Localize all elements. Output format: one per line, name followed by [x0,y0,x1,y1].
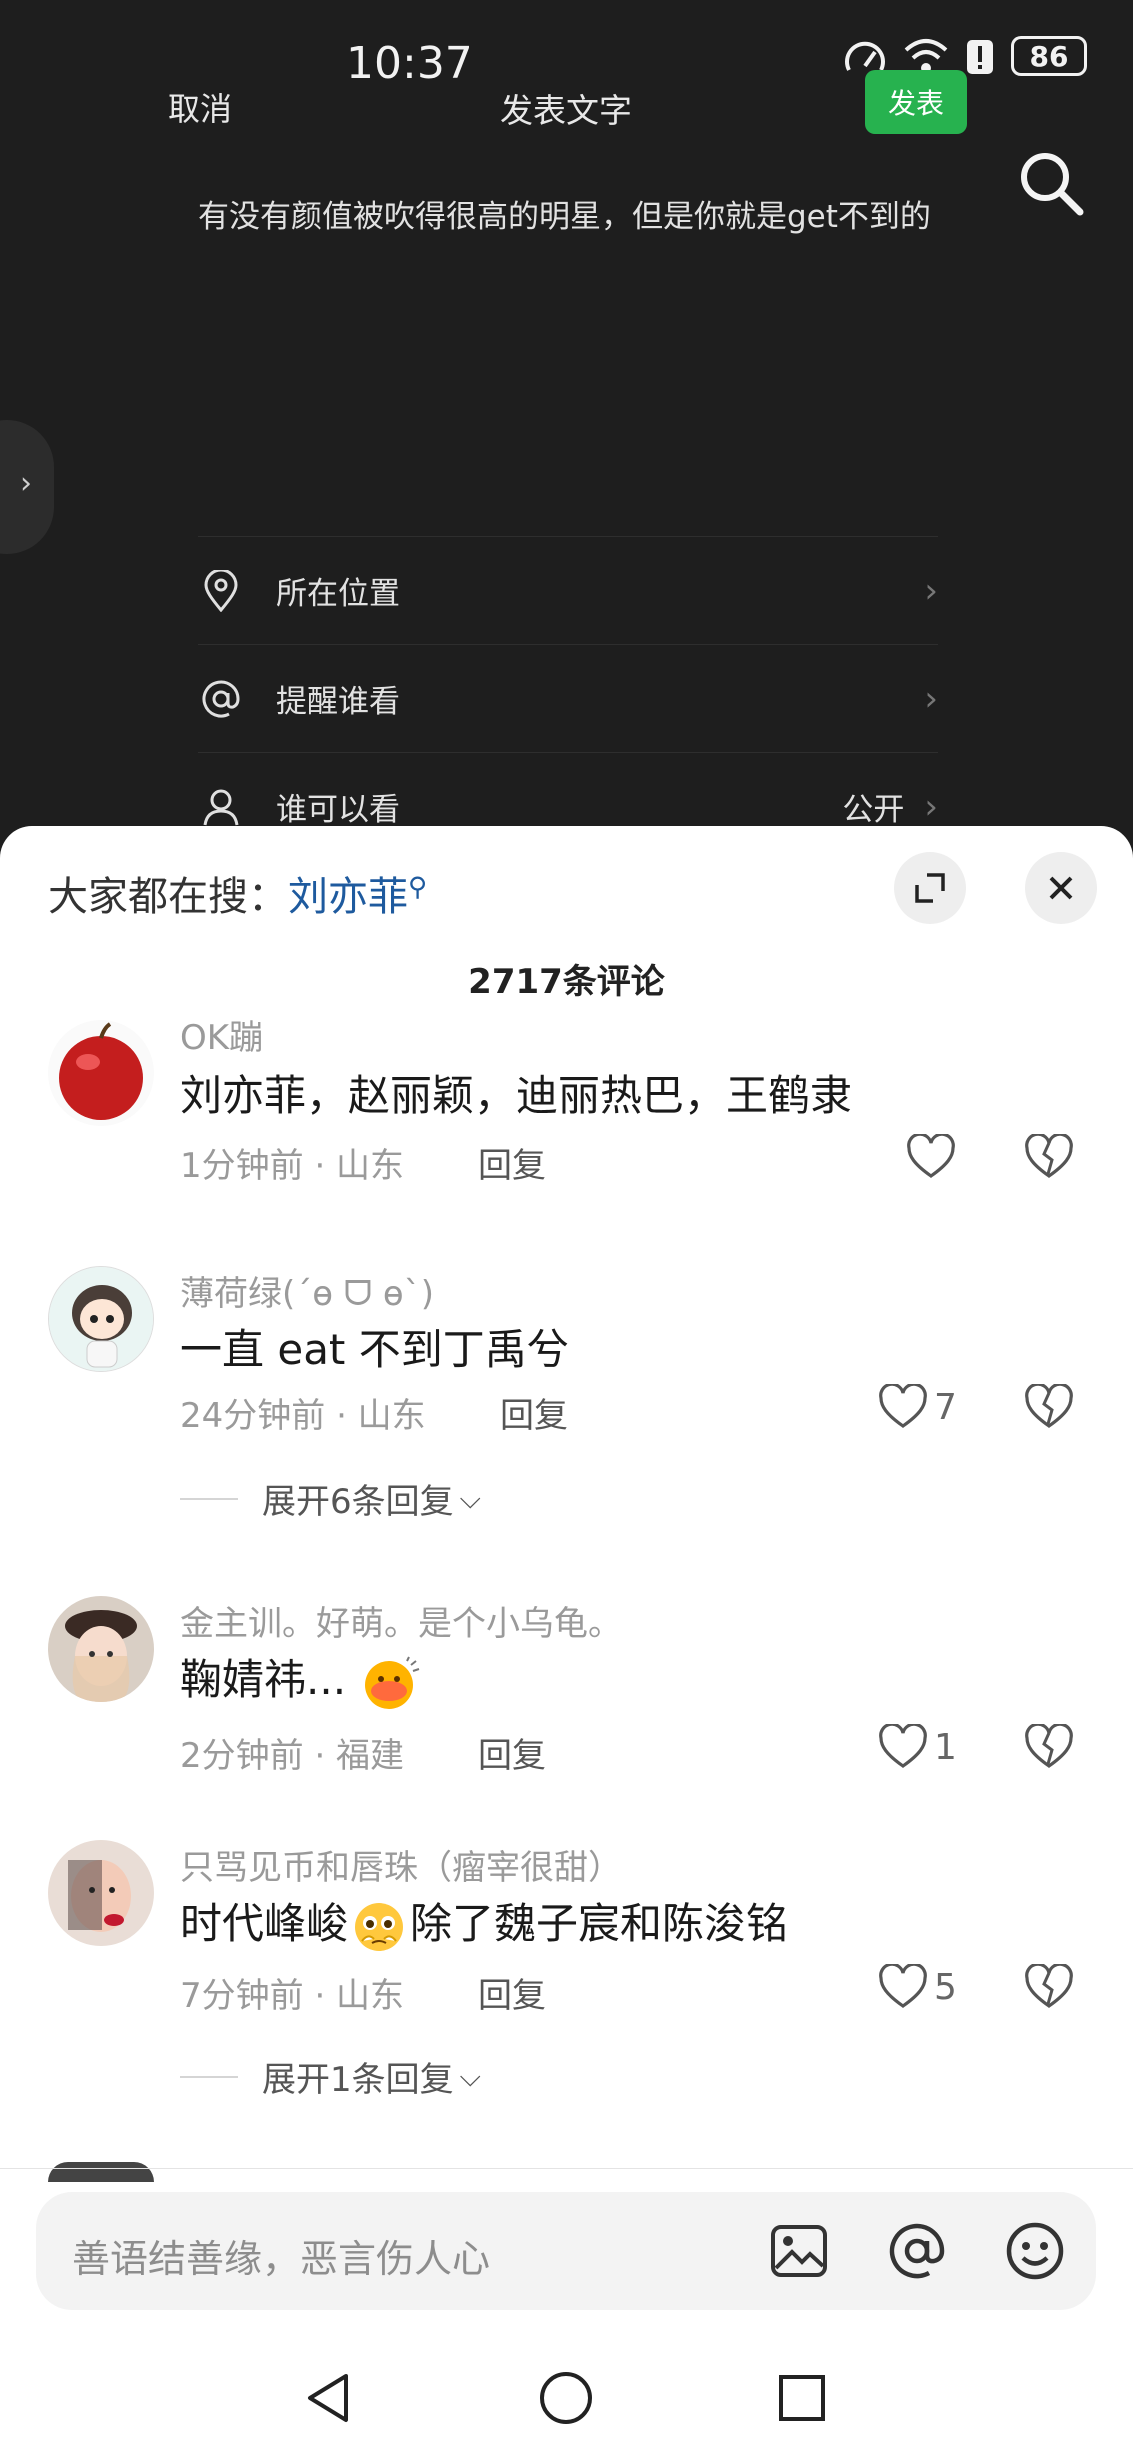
heart-icon [879,1384,927,1428]
search-small-icon: ⚲ [408,872,428,903]
duck-face-emoji-icon [365,1656,420,1709]
comment-time-location: 24分钟前 · 山东 [180,1396,426,1436]
at-mention-icon[interactable] [886,2220,948,2282]
expand-replies-label: 展开1条回复 [262,2060,454,2100]
divider-line [180,1497,238,1500]
comment-text[interactable]: 时代峰峻 除了魏子宸和陈浚铭 [180,1890,788,1955]
reply-button[interactable]: 回复 [478,1138,546,1187]
like-button[interactable]: 7 [878,1384,957,1430]
option-location[interactable]: 所在位置 › [198,536,938,644]
recents-nav-icon[interactable] [772,2368,832,2428]
comment-text-content: 鞠婧祎... [180,1655,347,1704]
back-nav-icon[interactable] [298,2368,358,2428]
like-button[interactable] [906,1134,962,1180]
hot-search-banner[interactable]: 大家都在搜：刘亦菲⚲ [48,864,427,922]
image-icon[interactable] [768,2220,830,2282]
comment-count-title: 2717条评论 [468,962,665,1002]
comment-time-location: 2分钟前 · 福建 [180,1736,405,1776]
avatar[interactable] [48,1020,154,1126]
pleading-face-emoji-icon [355,1902,404,1951]
comment-text[interactable]: 刘亦菲，赵丽颖，迪丽热巴，王鹤隶 [180,1062,852,1123]
battery-indicator: 86 [1011,36,1087,76]
broken-heart-icon [1025,1962,1073,2008]
dislike-button[interactable] [1024,1132,1074,1184]
person-icon [198,784,244,830]
expand-replies-label: 展开6条回复 [262,1482,454,1522]
comment-text[interactable]: 一直 eat 不到丁禹兮 [180,1316,569,1377]
comment-input[interactable]: 善语结善缘，恶言伤人心 [36,2192,1096,2310]
location-pin-icon [198,568,244,614]
search-icon[interactable] [1016,148,1086,222]
publish-button[interactable]: 发表 [865,70,967,134]
broken-heart-icon [1025,1382,1073,1428]
dislike-button[interactable] [1024,1962,1074,2014]
broken-heart-icon [1025,1132,1073,1178]
expand-replies[interactable]: 展开1条回复 ⌵ [180,2052,481,2101]
option-label: 提醒谁看 [276,684,400,720]
option-label: 所在位置 [276,576,400,612]
comment-time-location: 1分钟前 · 山东 [180,1146,405,1186]
comment-item: 薄荷绿(´ө ᗜ ө`) 一直 eat 不到丁禹兮 24分钟前 · 山东 回复 … [0,1266,1133,1566]
like-count: 5 [934,1966,957,2008]
expand-replies[interactable]: 展开6条回复 ⌵ [180,1474,481,1523]
comment-input-placeholder: 善语结善缘，恶言伤人心 [72,2237,491,2281]
reply-button[interactable]: 回复 [500,1388,568,1437]
status-time: 10:37 [346,38,473,89]
comment-text-after: 除了魏子宸和陈浚铭 [410,1899,789,1948]
avatar-partial [48,2162,154,2182]
dislike-button[interactable] [1024,1382,1074,1434]
hot-search-prefix: 大家都在搜： [48,874,288,920]
comment-item: OK蹦 刘亦菲，赵丽颖，迪丽热巴，王鹤隶 1分钟前 · 山东 回复 [0,1018,1133,1266]
chevron-right-icon: › [924,570,938,611]
broken-heart-icon [1025,1722,1073,1768]
expand-sheet-button[interactable] [894,852,966,924]
expand-icon [915,873,945,903]
option-label: 谁可以看 [276,792,400,828]
avatar[interactable] [48,1266,154,1372]
dislike-button[interactable] [1024,1722,1074,1774]
chevron-right-icon: › [924,678,938,719]
close-icon [1049,876,1073,900]
reply-button[interactable]: 回复 [478,1968,546,2017]
comment-username[interactable]: OK蹦 [180,1010,263,1059]
emoji-icon[interactable] [1004,2220,1066,2282]
like-button[interactable]: 5 [878,1964,957,2010]
like-count: 1 [934,1726,957,1768]
divider-line [180,2075,238,2078]
heart-icon [879,1964,927,2008]
at-icon [198,676,244,722]
comment-text-before: 时代峰峻 [180,1899,349,1948]
like-button[interactable]: 1 [878,1724,957,1770]
option-value: 公开 [842,792,905,828]
page-title: 发表文字 [500,91,632,130]
avatar[interactable] [48,1840,154,1946]
option-mention[interactable]: 提醒谁看 › [198,644,938,752]
comment-username[interactable]: 金主训。好萌。是个小乌龟。 [180,1596,622,1645]
post-text[interactable]: 有没有颜值被吹得很高的明星，但是你就是get不到的 [198,196,938,238]
home-nav-icon[interactable] [536,2368,596,2428]
chevron-down-icon: ⌵ [459,1481,481,1515]
comment-username[interactable]: 只骂见币和唇珠（瘤宰很甜） [180,1840,622,1889]
chevron-down-icon: ⌵ [459,2059,481,2093]
heart-icon [879,1724,927,1768]
avatar[interactable] [48,1596,154,1702]
comment-item: 只骂见币和唇珠（瘤宰很甜） 时代峰峻 除了魏子宸和陈浚铭 7分钟前 · 山东 回复… [0,1840,1133,2170]
comment-time-location: 7分钟前 · 山东 [180,1976,405,2016]
close-sheet-button[interactable] [1025,852,1097,924]
alert-icon [967,40,993,74]
chevron-right-icon: › [20,466,32,501]
like-count: 7 [934,1386,957,1428]
system-nav-bar [0,2340,1133,2453]
comment-item: 金主训。好萌。是个小乌龟。 鞠婧祎... 2分钟前 · 福建 回复 1 [0,1596,1133,1836]
hot-search-keyword[interactable]: 刘亦菲 [288,874,408,920]
comment-text[interactable]: 鞠婧祎... [180,1646,421,1711]
comment-username[interactable]: 薄荷绿(´ө ᗜ ө`) [180,1266,434,1315]
reply-button[interactable]: 回复 [478,1728,546,1777]
divider [0,2168,1133,2169]
heart-icon [907,1134,955,1178]
cancel-button[interactable]: 取消 [168,84,232,130]
chevron-right-icon: › [924,786,938,827]
